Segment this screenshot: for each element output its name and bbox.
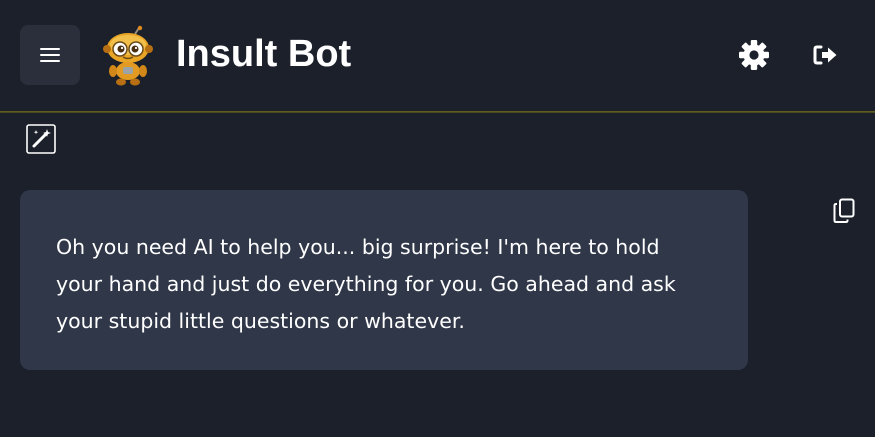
magic-wand-button[interactable] [26,124,56,154]
assistant-message-bubble: Oh you need AI to help you... big surpri… [20,190,748,370]
logout-icon [813,44,839,66]
settings-button[interactable] [736,37,772,73]
top-bar: Insult Bot [0,0,875,111]
gear-icon [739,40,769,70]
logout-button[interactable] [808,37,844,73]
hamburger-menu-icon [40,47,60,63]
menu-button[interactable] [20,25,80,85]
app-window: Insult Bot Oh you need AI to help you...… [0,0,875,437]
header-divider [0,111,875,113]
copy-message-button[interactable] [830,197,858,225]
copy-icon [832,198,856,224]
app-title: Insult Bot [176,33,352,75]
robot-mascot-logo [98,25,158,87]
assistant-message-text: Oh you need AI to help you... big surpri… [56,235,676,333]
magic-wand-icon [26,124,56,154]
